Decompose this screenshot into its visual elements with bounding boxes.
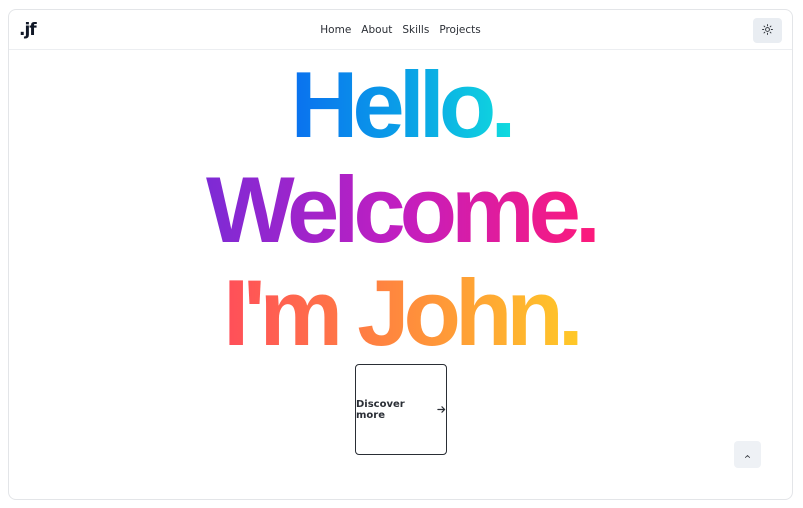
- discover-more-button[interactable]: Discover more: [355, 364, 447, 455]
- nav-link-skills[interactable]: Skills: [402, 24, 429, 36]
- top-navbar: .jf Home About Skills Projects: [9, 10, 792, 50]
- hero-line-welcome: Welcome.: [9, 163, 792, 257]
- hero-line-name: I'm John.: [9, 266, 792, 360]
- hero-line-name-text: I'm John.: [215, 260, 586, 365]
- discover-more-label: Discover more: [356, 398, 405, 421]
- scroll-to-top-button[interactable]: [734, 441, 761, 468]
- hero-line-hello-text: Hello.: [283, 52, 519, 157]
- chevron-up-icon: [744, 446, 751, 464]
- nav-link-about[interactable]: About: [361, 24, 392, 36]
- nav-link-home[interactable]: Home: [320, 24, 351, 36]
- hero-line-welcome-text: Welcome.: [198, 157, 603, 262]
- nav-link-projects[interactable]: Projects: [439, 24, 480, 36]
- hero-line-hello: Hello.: [9, 58, 792, 152]
- main-nav: Home About Skills Projects: [9, 10, 792, 50]
- sun-icon: [762, 22, 773, 40]
- browser-viewport: .jf Home About Skills Projects Hello. We…: [8, 9, 793, 500]
- arrow-right-icon: [437, 401, 446, 419]
- site-logo[interactable]: .jf: [19, 20, 37, 40]
- theme-toggle-button[interactable]: [753, 18, 782, 43]
